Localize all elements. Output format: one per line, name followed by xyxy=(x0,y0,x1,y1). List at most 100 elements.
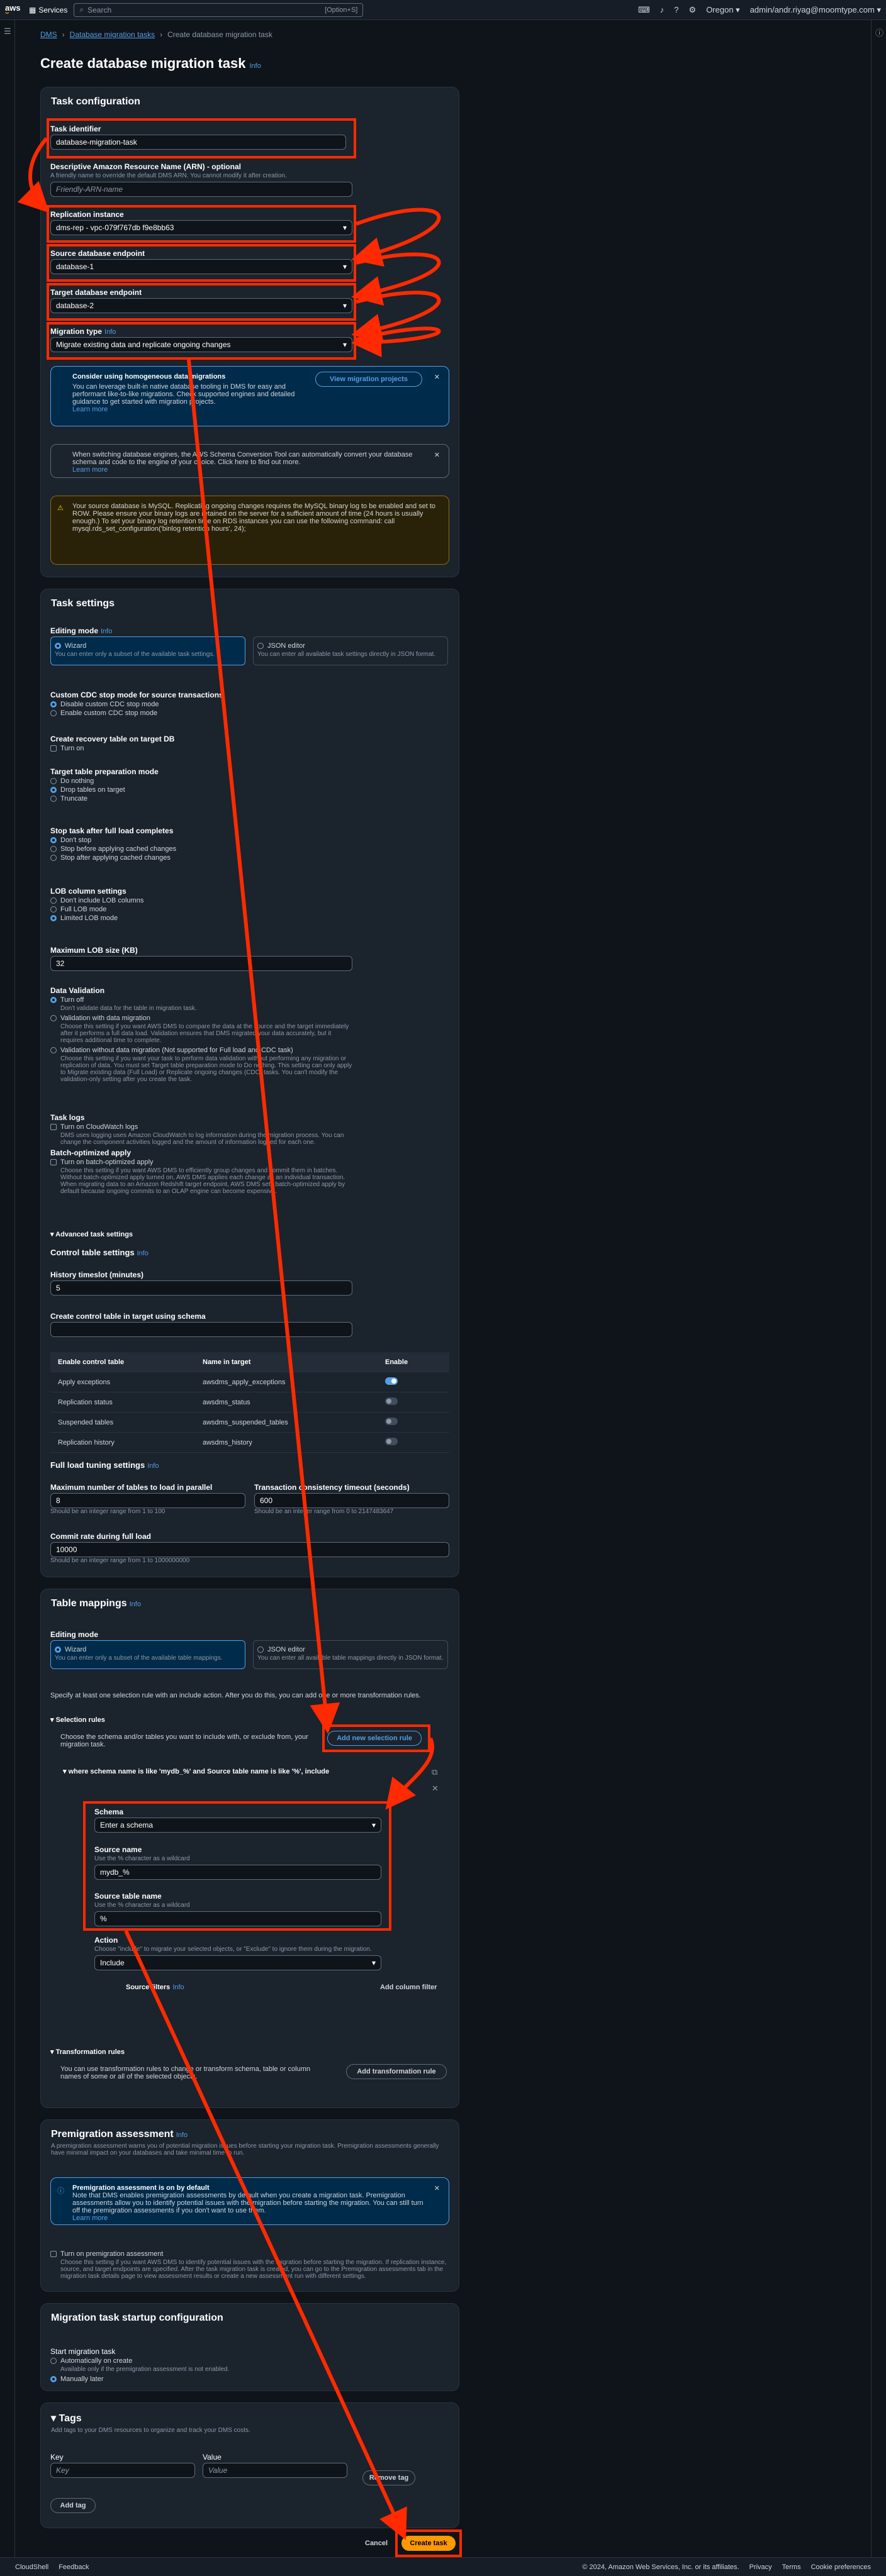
recovery-turn-on-checkbox[interactable]: Turn on xyxy=(50,745,174,752)
control-schema-input[interactable] xyxy=(50,1322,352,1337)
aws-logo[interactable]: aws ⌣ xyxy=(5,4,23,16)
learn-more-link[interactable]: Learn more xyxy=(72,466,440,474)
stop-dont-radio[interactable]: Don't stop xyxy=(50,836,176,844)
breadcrumb-tasks[interactable]: Database migration tasks xyxy=(70,30,155,39)
mapping-json-option[interactable]: JSON editor You can enter all available … xyxy=(253,1640,448,1669)
table-row: Replication status awsdms_status xyxy=(50,1392,449,1413)
info-link[interactable]: Info xyxy=(249,62,261,70)
tx-timeout-input[interactable]: 600 xyxy=(254,1493,449,1508)
annotation-box xyxy=(47,205,356,243)
premigration-checkbox[interactable]: Turn on premigration assessment xyxy=(50,2250,449,2258)
arn-input[interactable]: Friendly-ARN-name xyxy=(50,182,352,197)
cloudshell-link[interactable]: CloudShell xyxy=(15,2563,48,2571)
remove-tag-button[interactable]: Remove tag xyxy=(362,2470,415,2485)
editing-mode-group: Editing mode Info Wizard You can enter on… xyxy=(50,626,449,665)
history-timeslot-input[interactable]: 5 xyxy=(50,1280,352,1296)
table-prep-mode-group: Target table preparation mode Do nothing… xyxy=(50,767,159,802)
max-lob-size-input[interactable]: 32 xyxy=(50,956,352,971)
selection-rules-toggle[interactable]: ▾ Selection rules xyxy=(50,1716,105,1724)
add-column-filter-button[interactable]: Add column filter xyxy=(380,1984,437,1991)
add-transformation-rule-button[interactable]: Add transformation rule xyxy=(346,2064,447,2079)
homogeneous-alert: Consider using homogeneous data migratio… xyxy=(50,366,449,426)
breadcrumb: DMS › Database migration tasks › Create da… xyxy=(40,30,272,39)
lob-limited-radio[interactable]: Limited LOB mode xyxy=(50,914,143,922)
transformation-rules-toggle[interactable]: ▾ Transformation rules xyxy=(50,2048,125,2056)
validation-off-radio[interactable]: Turn off xyxy=(50,996,352,1004)
add-tag-button[interactable]: Add tag xyxy=(50,2498,96,2513)
task-logs-group: Task logs Turn on CloudWatch logs DMS us… xyxy=(50,1113,352,1197)
max-lob-size-field: Maximum LOB size (KB) 32 xyxy=(50,946,352,971)
source-filters-label: Source filters Info xyxy=(126,1984,184,1991)
help-icon[interactable]: ? xyxy=(674,5,678,14)
learn-more-link[interactable]: Learn more xyxy=(72,2214,440,2222)
max-tables-input[interactable]: 8 xyxy=(50,1493,245,1508)
tag-key-field: Key Key xyxy=(50,2453,195,2478)
full-load-title: Full load tuning settings Info xyxy=(50,1460,159,1470)
close-icon[interactable]: ✕ xyxy=(434,373,440,381)
caret-down-icon: ▾ xyxy=(371,1958,376,1967)
schema-conversion-alert: When switching database engines, the AWS… xyxy=(50,444,449,478)
toggle[interactable] xyxy=(385,1418,398,1425)
cdc-enable-radio[interactable]: Enable custom CDC stop mode xyxy=(50,709,223,717)
view-migration-projects-button[interactable]: View migration projects xyxy=(315,372,422,387)
annotation-box xyxy=(83,1801,391,1931)
left-nav-rail: ☰ xyxy=(0,20,15,2557)
mapping-spec-text: Specify at least one selection rule with… xyxy=(50,1692,421,1699)
cloudshell-icon[interactable]: ⌨ xyxy=(638,5,650,15)
right-panel-rail: ⓘ xyxy=(871,20,886,2557)
tag-key-input[interactable]: Key xyxy=(50,2463,195,2478)
stop-after-radio[interactable]: Stop after applying cached changes xyxy=(50,854,176,862)
cdc-disable-radio[interactable]: Disable custom CDC stop mode xyxy=(50,701,223,708)
prep-do-nothing-radio[interactable]: Do nothing xyxy=(50,777,159,785)
cookie-link[interactable]: Cookie preferences xyxy=(811,2563,871,2571)
cloudwatch-logs-checkbox[interactable]: Turn on CloudWatch logs xyxy=(50,1123,352,1131)
privacy-link[interactable]: Privacy xyxy=(749,2563,772,2571)
batch-apply-checkbox[interactable]: Turn on batch-optimized apply xyxy=(50,1158,352,1166)
startup-group: Start migration task Automatically on cr… xyxy=(50,2347,230,2383)
lob-full-radio[interactable]: Full LOB mode xyxy=(50,906,143,913)
bell-icon[interactable]: ♪ xyxy=(660,5,664,14)
manual-start-radio[interactable]: Manually later xyxy=(50,2375,229,2383)
advanced-settings-toggle[interactable]: ▾ Advanced task settings xyxy=(50,1230,133,1238)
cancel-button[interactable]: Cancel xyxy=(365,2540,388,2547)
remove-rule-icon[interactable]: ✕ xyxy=(432,1784,439,1794)
search-input[interactable]: ⌕ Search [Option+S] xyxy=(74,3,364,17)
breadcrumb-dms[interactable]: DMS xyxy=(40,30,57,39)
lob-dont-include-radio[interactable]: Don't include LOB columns xyxy=(50,897,143,904)
footer: CloudShell Feedback © 2024, Amazon Web S… xyxy=(0,2557,886,2576)
wizard-option[interactable]: Wizard You can enter only a subset of th… xyxy=(50,636,245,665)
prep-drop-tables-radio[interactable]: Drop tables on target xyxy=(50,786,159,794)
action-select[interactable]: Include ▾ xyxy=(94,1955,381,1970)
action-field: Action Choose "include" to migrate your … xyxy=(94,1936,381,1970)
close-icon[interactable]: ✕ xyxy=(434,2184,440,2192)
info-icon[interactable]: ⓘ xyxy=(872,20,886,45)
prep-truncate-radio[interactable]: Truncate xyxy=(50,795,159,802)
validation-without-radio[interactable]: Validation without data migration (Not s… xyxy=(50,1046,352,1054)
menu-icon[interactable]: ☰ xyxy=(0,20,14,43)
region-selector[interactable]: Oregon ▾ xyxy=(706,5,740,15)
auto-start-radio[interactable]: Automatically on create xyxy=(50,2357,229,2365)
learn-more-link[interactable]: Learn more xyxy=(72,406,440,413)
account-menu[interactable]: admin/andr.riyag@moomtype.com ▾ xyxy=(750,5,881,15)
gear-icon[interactable]: ⚙ xyxy=(689,5,697,15)
annotation-box xyxy=(47,244,356,282)
toggle[interactable] xyxy=(385,1397,398,1405)
close-icon[interactable]: ✕ xyxy=(434,451,440,459)
rule-summary[interactable]: ▾ where schema name is like 'mydb_%' and… xyxy=(63,1767,329,1775)
services-menu[interactable]: ▦ Services xyxy=(29,6,67,14)
stop-before-radio[interactable]: Stop before applying cached changes xyxy=(50,845,176,853)
toggle[interactable] xyxy=(385,1377,398,1385)
commit-rate-input[interactable]: 10000 xyxy=(50,1542,449,1557)
toggle[interactable] xyxy=(385,1438,398,1445)
copy-icon[interactable]: ⧉ xyxy=(432,1767,437,1777)
json-editor-option[interactable]: JSON editor You can enter all available … xyxy=(253,636,448,665)
terms-link[interactable]: Terms xyxy=(782,2563,801,2571)
feedback-link[interactable]: Feedback xyxy=(59,2563,89,2571)
data-validation-group: Data Validation Turn off Don't validate … xyxy=(50,986,352,1083)
history-timeslot-field: History timeslot (minutes) 5 xyxy=(50,1270,352,1296)
mapping-wizard-option[interactable]: Wizard You can enter only a subset of th… xyxy=(50,1640,245,1669)
validation-with-radio[interactable]: Validation with data migration xyxy=(50,1014,352,1022)
warning-icon: ⚠ xyxy=(57,504,64,512)
tag-value-input[interactable]: Value xyxy=(203,2463,347,2478)
mysql-binlog-warning: ⚠ Your source database is MySQL. Replica… xyxy=(50,496,449,565)
